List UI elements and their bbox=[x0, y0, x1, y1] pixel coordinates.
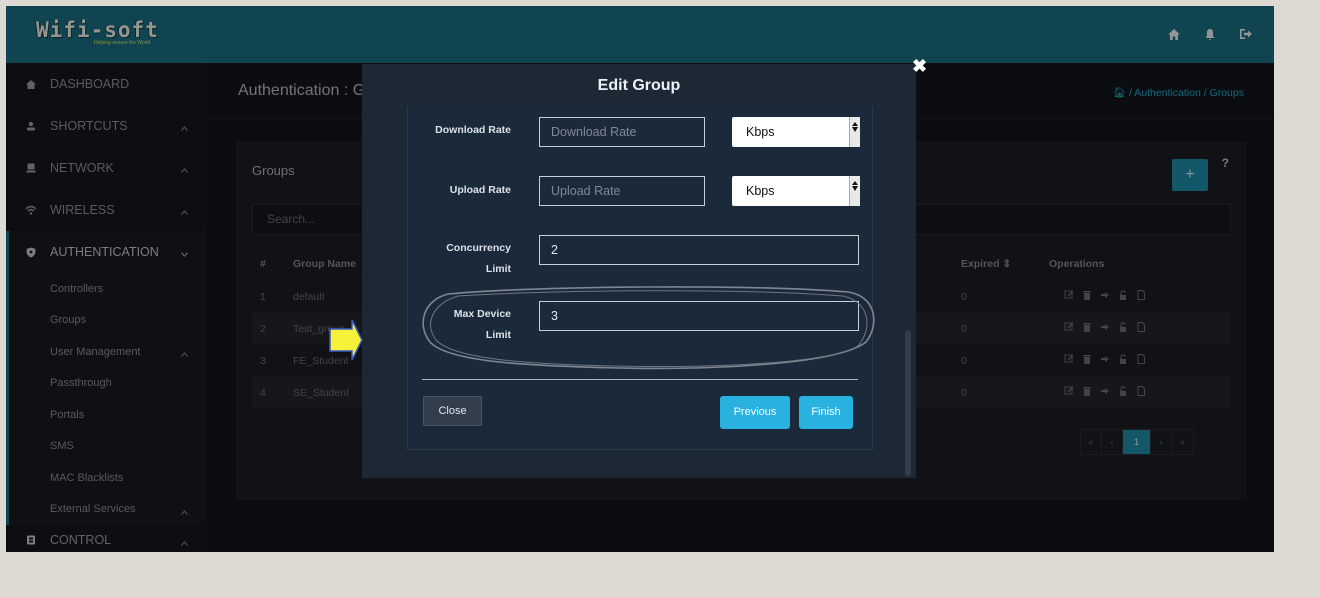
form-divider bbox=[422, 379, 858, 380]
app-window: Wifi-soft Helping ensure the World DASHB… bbox=[6, 6, 1274, 552]
upload-rate-label: Upload Rate bbox=[449, 184, 511, 196]
modal-title: Edit Group bbox=[597, 77, 681, 94]
annotation-highlight-scribble bbox=[422, 286, 875, 370]
finish-button[interactable]: Finish bbox=[799, 396, 853, 429]
close-button[interactable]: Close bbox=[423, 396, 482, 426]
upload-rate-input[interactable]: Upload Rate bbox=[539, 176, 705, 206]
upload-rate-unit-value: Kbps bbox=[746, 184, 775, 198]
modal-scrollbar[interactable] bbox=[905, 330, 911, 476]
concurrency-limit-label: Concurrency Limit bbox=[401, 238, 511, 280]
label-line: Concurrency bbox=[446, 242, 511, 254]
select-arrows-icon bbox=[849, 117, 860, 147]
download-rate-label: Download Rate bbox=[435, 124, 511, 136]
download-rate-unit-value: Kbps bbox=[746, 125, 775, 139]
edit-group-modal: Edit Group Download Rate Download Rate K… bbox=[362, 64, 916, 478]
close-icon[interactable]: ✖ bbox=[912, 56, 927, 77]
concurrency-limit-input[interactable]: 2 bbox=[539, 235, 859, 265]
download-rate-input[interactable]: Download Rate bbox=[539, 117, 705, 147]
label-line: Limit bbox=[485, 263, 511, 275]
previous-button[interactable]: Previous bbox=[720, 396, 790, 429]
upload-rate-unit-select[interactable]: Kbps bbox=[732, 176, 860, 206]
annotation-arrow-icon bbox=[329, 319, 363, 361]
select-arrows-icon bbox=[849, 176, 860, 206]
download-rate-unit-select[interactable]: Kbps bbox=[732, 117, 860, 147]
edit-group-form: Download Rate Download Rate Kbps Upload … bbox=[407, 106, 873, 450]
